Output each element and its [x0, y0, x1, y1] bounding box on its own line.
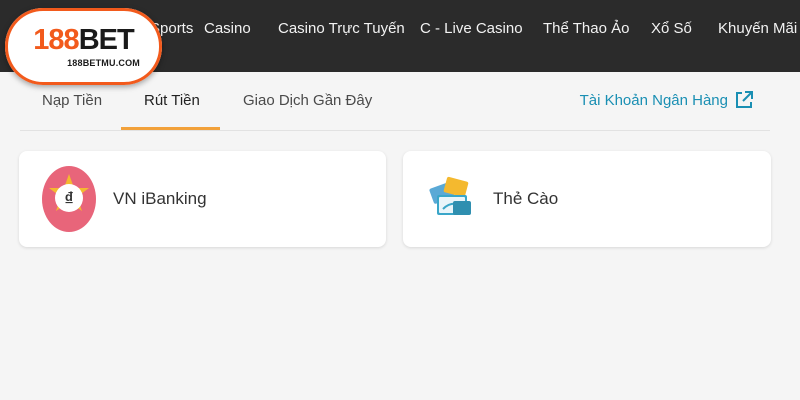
- method-card-the-cao[interactable]: Thẻ Cào: [403, 151, 771, 247]
- logo-number: 188: [33, 23, 79, 56]
- dong-coin-icon: ₫: [41, 164, 97, 234]
- nav-item-xo-so[interactable]: Xổ Số: [651, 20, 692, 37]
- svg-text:₫: ₫: [64, 189, 73, 209]
- logo-wordmark: 188 BET: [33, 23, 135, 56]
- tab-giao-dich-gan-day[interactable]: Giao Dịch Gần Đây: [243, 92, 372, 109]
- nav-item-live-casino[interactable]: C - Live Casino: [420, 20, 523, 37]
- method-card-vn-ibanking[interactable]: ₫ VN iBanking: [19, 151, 386, 247]
- nav-item-casino-truc-tuyen[interactable]: Casino Trực Tuyến: [278, 20, 405, 37]
- method-label-vn-ibanking: VN iBanking: [113, 189, 207, 208]
- tab-nap-tien[interactable]: Nạp Tiền: [42, 92, 102, 109]
- external-link-icon: [736, 91, 753, 108]
- transaction-tabs: Nạp Tiền Rút Tiền Giao Dịch Gần Đây Tài …: [20, 72, 770, 131]
- logo-word: BET: [78, 23, 135, 56]
- bank-account-link-label: Tài Khoản Ngân Hàng: [579, 91, 728, 109]
- active-tab-indicator: [121, 127, 220, 130]
- nav-item-casino[interactable]: Casino: [204, 20, 251, 37]
- logo-tagline: 188BETMU.COM: [67, 57, 140, 68]
- nav-item-the-thao-ao[interactable]: Thể Thao Ảo: [543, 20, 629, 37]
- tab-rut-tien[interactable]: Rút Tiền: [144, 92, 200, 109]
- bank-account-link[interactable]: Tài Khoản Ngân Hàng: [580, 90, 754, 110]
- method-label-the-cao: Thẻ Cào: [493, 189, 559, 208]
- nav-item-khuyen-mai[interactable]: Khuyến Mãi: [718, 20, 797, 37]
- scratch-card-icon: [429, 175, 477, 223]
